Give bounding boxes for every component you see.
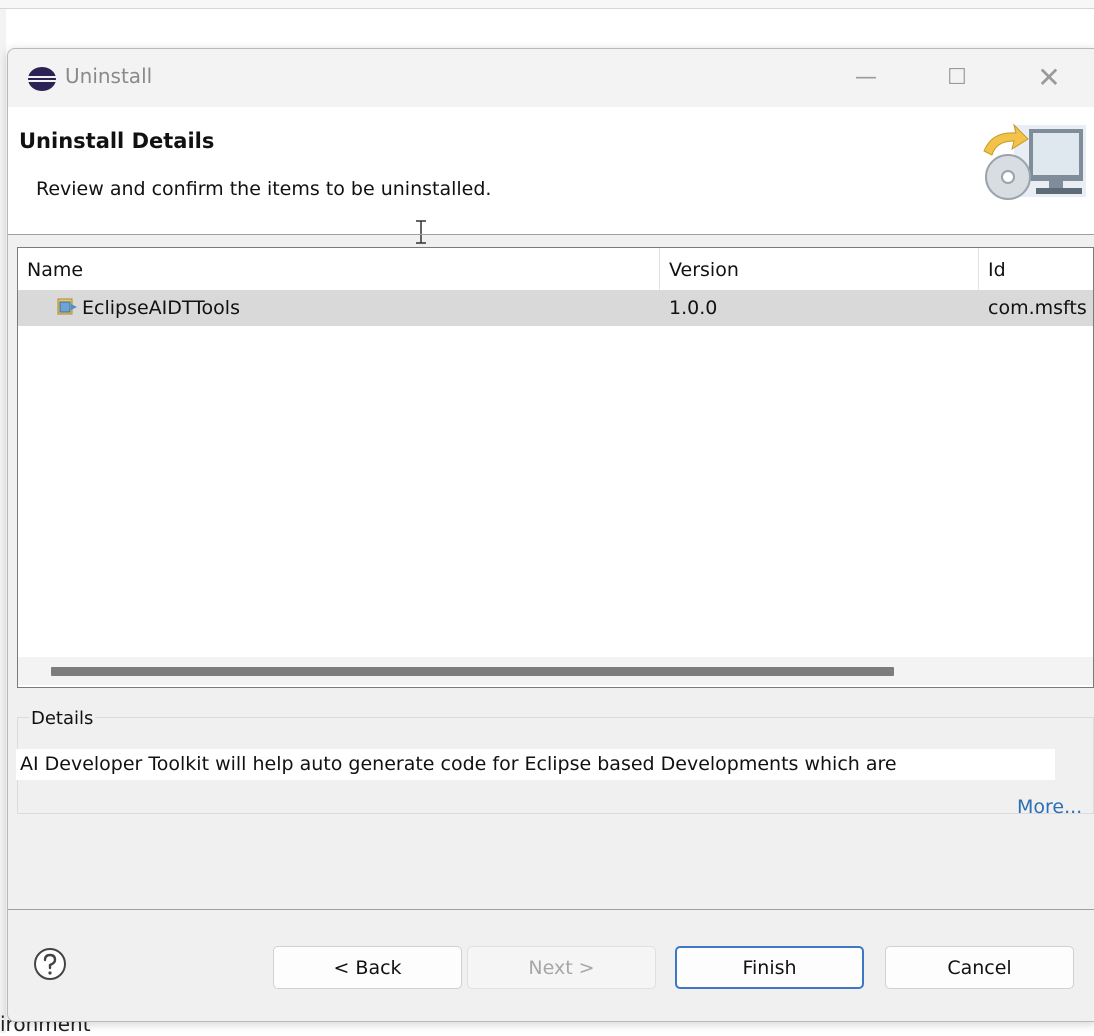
- horizontal-scrollbar[interactable]: [18, 657, 1093, 685]
- row-name: EclipseAIDTTools: [82, 297, 240, 319]
- horizontal-scrollbar-thumb[interactable]: [51, 667, 894, 676]
- more-link[interactable]: More...: [1017, 796, 1082, 818]
- column-header-version[interactable]: Version: [669, 259, 739, 281]
- row-id: com.msfts: [988, 297, 1087, 319]
- window-title: Uninstall: [65, 64, 153, 88]
- page-description: Review and confirm the items to be unins…: [36, 178, 492, 200]
- column-divider[interactable]: [978, 248, 979, 290]
- header-divider: [8, 234, 1094, 235]
- uninstall-dialog: Uninstall — ☐ ✕ Uninstall Details Review…: [7, 48, 1094, 1022]
- text-cursor-icon: [416, 220, 426, 244]
- background-top-bar: [0, 0, 1094, 9]
- page-title: Uninstall Details: [19, 129, 215, 153]
- next-button[interactable]: Next >: [467, 946, 656, 989]
- finish-button[interactable]: Finish: [675, 946, 864, 989]
- help-icon[interactable]: [33, 947, 67, 981]
- uninstall-items-table[interactable]: Name Version Id EclipseAIDTTools 1.0.0 c…: [17, 247, 1094, 688]
- table-row[interactable]: EclipseAIDTTools 1.0.0 com.msfts: [18, 290, 1093, 326]
- column-header-id[interactable]: Id: [988, 259, 1006, 281]
- feature-icon: [57, 298, 77, 315]
- close-button[interactable]: ✕: [1026, 59, 1072, 95]
- back-button[interactable]: < Back: [273, 946, 462, 989]
- eclipse-logo-icon: [28, 67, 56, 91]
- footer-divider: [8, 909, 1094, 910]
- background-left-edge: [0, 9, 6, 1033]
- minimize-button[interactable]: —: [843, 59, 889, 95]
- table-header: Name Version Id: [18, 248, 1093, 290]
- cancel-button[interactable]: Cancel: [885, 946, 1074, 989]
- wizard-header: Uninstall Details Review and confirm the…: [8, 107, 1094, 244]
- row-version: 1.0.0: [669, 297, 718, 319]
- details-text: AI Developer Toolkit will help auto gene…: [20, 753, 897, 775]
- maximize-button[interactable]: ☐: [934, 59, 980, 95]
- details-label: Details: [29, 708, 96, 729]
- column-divider[interactable]: [659, 248, 660, 290]
- title-bar[interactable]: Uninstall — ☐ ✕: [8, 49, 1094, 107]
- column-header-name[interactable]: Name: [27, 259, 83, 281]
- details-text-area[interactable]: AI Developer Toolkit will help auto gene…: [16, 749, 1055, 780]
- uninstall-banner-icon: [983, 123, 1086, 200]
